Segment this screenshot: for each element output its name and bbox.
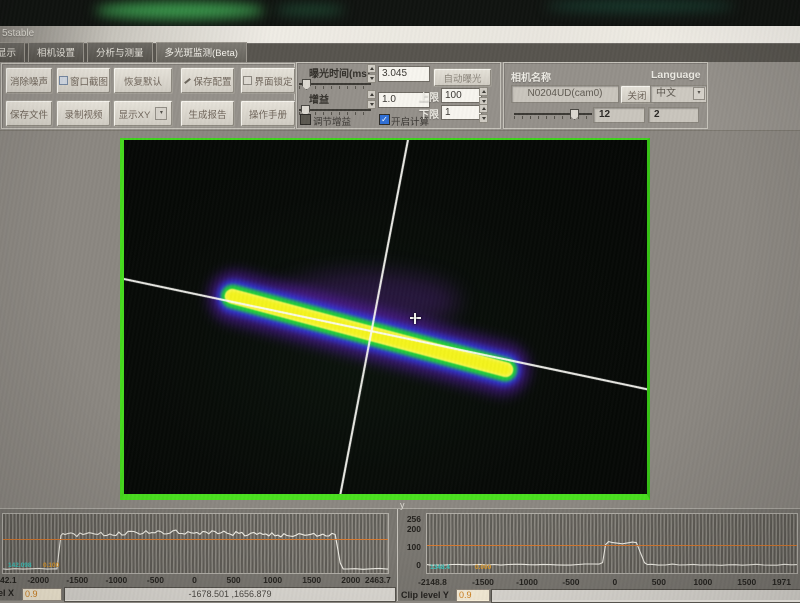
toolbar-button-保存配置[interactable]: 保存配置 <box>180 67 235 94</box>
checkbox-icon <box>243 76 252 85</box>
toolbar: 消除噪声 窗口截图 恢复默认 保存配置 界面锁定保存文件 录制视频 显示XY ▾ 生成报告 操作手… <box>0 62 800 131</box>
toolbar-button-生成报告[interactable]: 生成报告 <box>180 100 235 127</box>
y-axis-title: y <box>400 500 405 510</box>
pencil-icon <box>183 77 191 85</box>
green-reflection-blob <box>275 5 345 15</box>
close-camera-label: 关闭 <box>627 88 646 102</box>
x-overlay-readout-teal: 142.098 <box>8 562 32 569</box>
x-profile-trace <box>3 514 388 573</box>
toolbar-button-恢复默认[interactable]: 恢复默认 <box>113 67 173 94</box>
button-label: 录制视频 <box>64 107 102 121</box>
camera-group: 相机名称 N0204UD(cam0) 关闭 Language 中文 ▾ 12 2 <box>503 62 708 129</box>
camera-name-field: N0204UD(cam0) <box>511 85 619 103</box>
green-reflection-blob <box>545 0 735 12</box>
button-label: 界面锁定 <box>254 74 292 88</box>
camera-name-label: 相机名称 <box>511 69 551 84</box>
y-profile-plot[interactable]: 1348.4 0.000 <box>426 513 798 574</box>
axis-tick-label: 0 <box>613 577 618 587</box>
auto-exposure-button[interactable]: 自动曝光 <box>433 68 492 87</box>
x-clip-level-line <box>3 539 388 541</box>
axis-tick-label: -1500 <box>472 577 494 587</box>
tab-1[interactable]: 显示 <box>0 42 25 62</box>
camera-image-canvas[interactable] <box>124 140 647 494</box>
y-clip-level-line <box>427 545 797 547</box>
dropdown-icon[interactable]: ▾ <box>155 107 167 120</box>
enable-calc-checkbox[interactable]: ✓ <box>379 114 390 125</box>
tabs: 显示相机设置分析与测量多光斑监测(Beta) <box>0 41 248 62</box>
y-width-readout-field <box>491 589 800 603</box>
x-clip-level-label: Clip level X <box>0 588 24 598</box>
camera-image-view[interactable] <box>120 138 650 500</box>
y-axis-ticks: -2148.8 -1500 -1000 -500 0 500 1000 1500 1971 <box>0 577 800 588</box>
toolbar-button-保存文件[interactable]: 保存文件 <box>5 100 53 127</box>
button-label: 消除噪声 <box>10 74 48 88</box>
chevron-down-icon[interactable]: ▾ <box>693 87 705 100</box>
toolbar-button-操作手册[interactable]: 操作手册 <box>240 100 296 127</box>
window-title: 5stable <box>2 28 34 39</box>
button-label: 恢复默认 <box>124 74 162 88</box>
upper-limit-input[interactable] <box>441 88 482 103</box>
toolbar-button-消除噪声[interactable]: 消除噪声 <box>5 67 53 94</box>
tab-4[interactable]: 多光斑监测(Beta) <box>156 42 247 62</box>
axis-tick-label: -1000 <box>516 577 538 587</box>
exposure-time-input[interactable] <box>378 66 430 82</box>
button-label: 显示XY <box>119 107 151 121</box>
camera-slider[interactable] <box>514 109 592 119</box>
y-axis-tick-label: 100 <box>403 542 421 552</box>
adjust-gain-checkbox[interactable] <box>300 114 311 125</box>
button-label: 操作手册 <box>249 107 287 121</box>
y-overlay-readout-orange: 0.000 <box>475 564 491 571</box>
photo-background <box>0 0 800 26</box>
axis-tick-label: 1971 <box>772 577 791 587</box>
lower-limit-spinner[interactable] <box>479 104 488 123</box>
x-profile-plot[interactable]: 142.098 0.100 <box>2 513 389 574</box>
upper-limit-label: 上限 <box>419 89 439 104</box>
auto-exposure-label: 自动曝光 <box>443 71 481 85</box>
language-value: 中文 <box>656 88 676 99</box>
close-camera-button[interactable]: 关闭 <box>620 85 654 104</box>
camera-value2-field: 2 <box>648 107 699 123</box>
tab-bar: 显示相机设置分析与测量多光斑监测(Beta) <box>0 44 800 63</box>
axis-tick-label: 1000 <box>693 577 712 587</box>
y-clip-level-input[interactable] <box>456 589 490 602</box>
axis-tick-label: 1500 <box>737 577 756 587</box>
adjust-gain-label: 调节增益 <box>313 114 351 128</box>
lower-limit-label: 下限 <box>419 106 439 121</box>
tab-3[interactable]: 分析与测量 <box>87 42 153 62</box>
axis-tick-label: 500 <box>652 577 666 587</box>
screenshot-icon <box>59 76 68 85</box>
exposure-group: 曝光时间(ms) 增益 调节增益 ✓ 开启计算 自动曝光 上限 下限 <box>296 62 501 129</box>
profile-plots-panel: 142.098 0.100 42.1-2000-1500-1000-500050… <box>0 508 800 601</box>
camera-value1-field: 12 <box>593 107 645 123</box>
y-clip-level-label: Clip level Y <box>401 590 449 600</box>
tab-2[interactable]: 相机设置 <box>28 42 84 62</box>
exposure-time-label: 曝光时间(ms) <box>309 65 370 80</box>
lower-limit-input[interactable] <box>441 105 482 120</box>
y-overlay-readout-teal: 1348.4 <box>430 564 450 571</box>
green-reflection-blob <box>95 2 265 19</box>
axis-tick-label: -500 <box>562 577 579 587</box>
button-label: 保存配置 <box>193 74 231 88</box>
language-label: Language <box>651 69 701 81</box>
y-axis-tick-label: 0 <box>403 560 421 570</box>
language-select[interactable]: 中文 ▾ <box>650 85 707 103</box>
toolbar-button-窗口截图[interactable]: 窗口截图 <box>56 67 111 94</box>
gain-label: 增益 <box>309 91 329 106</box>
x-clip-level-input[interactable] <box>22 588 62 601</box>
axis-tick-label: -2148.8 <box>418 577 447 587</box>
toolbar-button-显示XY[interactable]: 显示XY ▾ <box>113 100 173 127</box>
exposure-time-slider[interactable] <box>299 79 371 89</box>
toolbar-button-界面锁定[interactable]: 界面锁定 <box>240 67 296 94</box>
y-axis-tick-label: 256 <box>403 514 421 524</box>
button-label: 窗口截图 <box>70 74 108 88</box>
button-label: 保存文件 <box>10 107 48 121</box>
button-panel: 消除噪声 窗口截图 恢复默认 保存配置 界面锁定保存文件 录制视频 显示XY ▾ 生成报告 操作手… <box>1 63 295 129</box>
x-overlay-readout-orange: 0.100 <box>43 562 59 569</box>
button-label: 生成报告 <box>188 107 226 121</box>
y-axis-tick-label: 200 <box>403 524 421 534</box>
toolbar-button-录制视频[interactable]: 录制视频 <box>56 100 111 127</box>
